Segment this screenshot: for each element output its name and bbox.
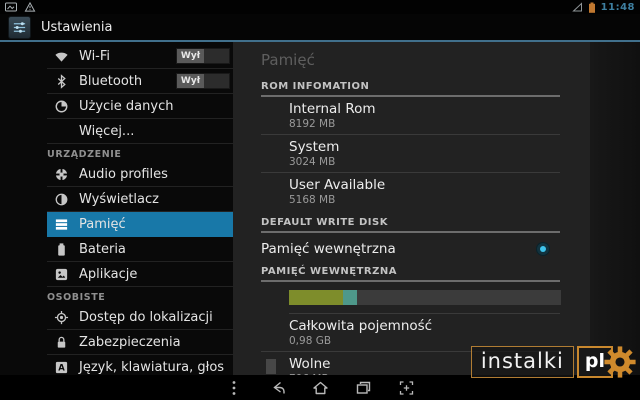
watermark-text: instalki bbox=[470, 346, 574, 378]
row-title: System bbox=[289, 139, 340, 155]
menu-dots-icon[interactable] bbox=[225, 379, 243, 397]
sidebar-item-battery[interactable]: Bateria bbox=[47, 237, 233, 262]
sidebar-item-label: Bluetooth bbox=[79, 73, 143, 89]
radio-dot bbox=[540, 245, 546, 252]
sidebar-item-label: Dostęp do lokalizacji bbox=[79, 309, 213, 325]
sidebar-item-label: Zabezpieczenia bbox=[79, 334, 181, 350]
action-bar: Ustawienia bbox=[0, 14, 640, 40]
data-usage-icon bbox=[54, 99, 69, 114]
sidebar-item-bluetooth[interactable]: Bluetooth Wył bbox=[47, 69, 233, 94]
settings-sidebar: Wi-Fi Wył Bluetooth Wył Użycie danych Wi… bbox=[0, 42, 233, 380]
sidebar-item-label: Język, klawiatura, głos bbox=[79, 359, 225, 375]
sidebar-item-label: Aplikacje bbox=[79, 266, 138, 282]
display-icon bbox=[54, 192, 69, 207]
storage-row-system: System 3024 MB bbox=[261, 135, 560, 173]
status-notification-icons bbox=[5, 2, 36, 12]
status-system-icons: 11:48 bbox=[571, 1, 635, 13]
radio-option-label: Pamięć wewnętrzna bbox=[261, 240, 396, 257]
page-title: Ustawienia bbox=[41, 19, 113, 35]
sidebar-item-more[interactable]: Więcej... bbox=[47, 119, 233, 144]
battery-icon bbox=[54, 242, 69, 257]
wifi-icon bbox=[54, 49, 69, 64]
radio-button[interactable] bbox=[536, 241, 550, 256]
sidebar-item-label: Bateria bbox=[79, 241, 126, 257]
sidebar-section-device: URZĄDZENIE bbox=[47, 149, 122, 160]
section-header-internal-storage: PAMIĘĆ WEWNĘTRZNA bbox=[261, 266, 560, 282]
settings-app-icon bbox=[8, 15, 31, 39]
sidebar-item-apps[interactable]: Aplikacje bbox=[47, 262, 233, 287]
storage-row-user-available: User Available 5168 MB bbox=[261, 173, 560, 210]
instalki-watermark: instalki pl bbox=[470, 345, 637, 379]
sidebar-item-location[interactable]: Dostęp do lokalizacji bbox=[47, 305, 233, 330]
row-value: 8192 MB bbox=[289, 118, 336, 130]
settings-screen: 11:48 Ustawienia Wi-Fi Wył Bluetooth Wył… bbox=[0, 0, 640, 400]
storage-usage-bar bbox=[289, 290, 561, 305]
lock-icon bbox=[54, 335, 69, 350]
home-icon[interactable] bbox=[311, 379, 329, 397]
signal-icon bbox=[571, 2, 582, 12]
status-bar: 11:48 bbox=[0, 0, 640, 14]
battery-status-icon bbox=[588, 2, 595, 13]
sidebar-list: Wi-Fi Wył Bluetooth Wył Użycie danych Wi… bbox=[47, 44, 233, 380]
storage-bar-segment-apps bbox=[289, 290, 344, 305]
location-icon bbox=[54, 310, 69, 325]
recents-icon[interactable] bbox=[354, 379, 372, 397]
bluetooth-icon bbox=[54, 73, 69, 89]
apps-icon bbox=[54, 267, 69, 282]
storage-row-internal-rom: Internal Rom 8192 MB bbox=[261, 97, 560, 135]
panel-title: Pamięć bbox=[261, 51, 315, 69]
sidebar-item-label: Więcej... bbox=[79, 123, 135, 139]
sidebar-item-label: Wyświetlacz bbox=[79, 191, 159, 207]
row-title: Internal Rom bbox=[289, 101, 376, 117]
wifi-toggle-label: Wył bbox=[177, 49, 204, 63]
audio-profiles-icon bbox=[54, 167, 69, 182]
sidebar-item-data-usage[interactable]: Użycie danych bbox=[47, 94, 233, 119]
storage-bar-segment-other bbox=[343, 290, 357, 305]
language-icon-letter: A bbox=[58, 362, 65, 372]
sidebar-item-audio-profiles[interactable]: Audio profiles bbox=[47, 162, 233, 187]
warning-icon bbox=[24, 2, 36, 12]
content-area: Wi-Fi Wył Bluetooth Wył Użycie danych Wi… bbox=[0, 42, 640, 380]
bluetooth-toggle[interactable]: Wył bbox=[176, 73, 230, 89]
sidebar-item-display[interactable]: Wyświetlacz bbox=[47, 187, 233, 212]
wifi-toggle[interactable]: Wył bbox=[176, 48, 230, 64]
sidebar-item-label: Wi-Fi bbox=[79, 48, 111, 64]
sidebar-item-storage[interactable]: Pamięć bbox=[47, 212, 233, 237]
row-value: 3024 MB bbox=[289, 156, 336, 168]
row-title: Całkowita pojemność bbox=[289, 318, 433, 334]
row-value: 5168 MB bbox=[289, 194, 336, 206]
back-icon[interactable] bbox=[268, 379, 286, 397]
section-header-default-write-disk: DEFAULT WRITE DISK bbox=[261, 217, 560, 233]
clock: 11:48 bbox=[600, 1, 635, 13]
screenshot-notification-icon bbox=[5, 2, 17, 12]
sidebar-section-personal: OSOBISTE bbox=[47, 292, 106, 303]
free-space-swatch bbox=[266, 359, 276, 374]
sidebar-item-wifi[interactable]: Wi-Fi Wył bbox=[47, 44, 233, 69]
write-disk-option-internal[interactable]: Pamięć wewnętrzna bbox=[261, 233, 560, 264]
screenshot-button-icon[interactable] bbox=[397, 379, 415, 397]
bluetooth-toggle-label: Wył bbox=[177, 74, 204, 88]
storage-detail-panel: Pamięć ROM INFOMATION Internal Rom 8192 … bbox=[233, 42, 590, 375]
panel-right-margin bbox=[590, 42, 640, 375]
storage-icon bbox=[54, 217, 69, 232]
sidebar-item-security[interactable]: Zabezpieczenia bbox=[47, 330, 233, 355]
gear-icon bbox=[603, 345, 637, 383]
sliders-icon bbox=[13, 21, 26, 33]
sidebar-item-label: Pamięć bbox=[79, 217, 126, 232]
sidebar-item-label: Audio profiles bbox=[79, 166, 168, 182]
row-title: User Available bbox=[289, 177, 386, 193]
language-icon: A bbox=[54, 360, 69, 375]
section-header-rom-information: ROM INFOMATION bbox=[261, 81, 560, 97]
sidebar-item-label: Użycie danych bbox=[79, 98, 174, 114]
